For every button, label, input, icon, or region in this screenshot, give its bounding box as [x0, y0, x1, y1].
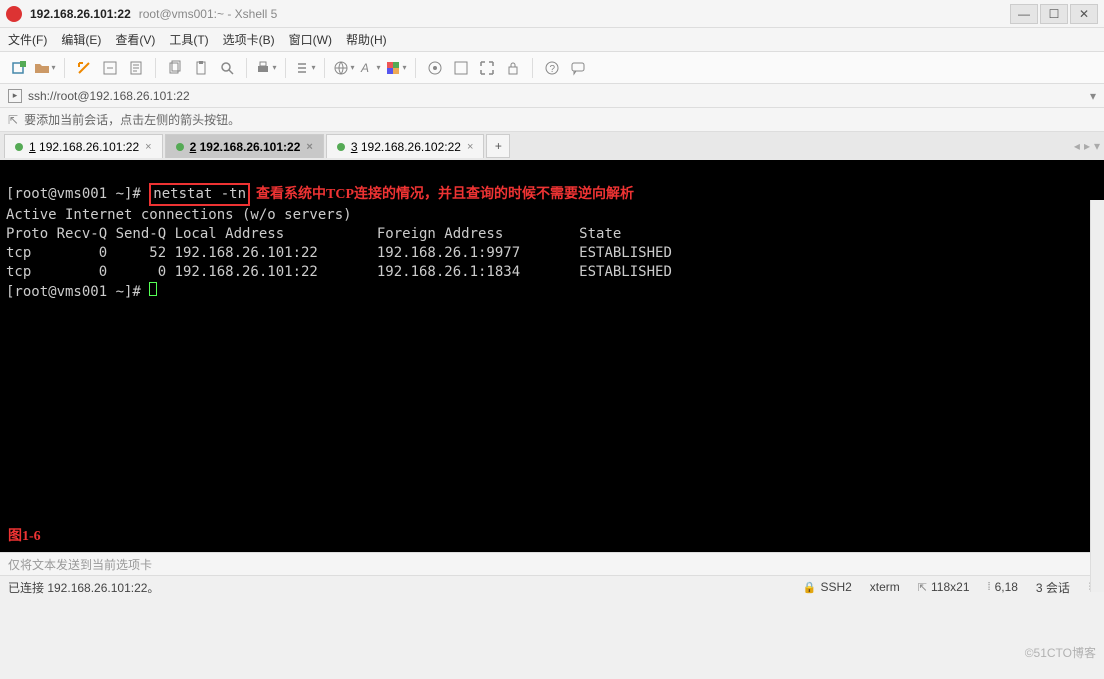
terminal-command: netstat -tn	[149, 183, 250, 206]
terminal-output: Active Internet connections (w/o servers…	[6, 207, 352, 223]
tab-status-dot	[337, 143, 345, 151]
new-session-icon[interactable]	[8, 57, 30, 79]
address-url[interactable]: ssh://root@192.168.26.101:22	[28, 89, 1090, 103]
address-dropdown-icon[interactable]: ▾	[1090, 89, 1096, 103]
tab-add-button[interactable]: +	[486, 134, 510, 158]
tab-status-dot	[176, 143, 184, 151]
fullscreen-icon[interactable]	[450, 57, 472, 79]
menu-view[interactable]: 查看(V)	[115, 31, 155, 48]
terminal-annotation: 查看系统中TCP连接的情况，并且查询的时候不需要逆向解析	[256, 187, 634, 202]
ssh-icon: 🔒	[803, 581, 817, 594]
app-icon	[6, 6, 22, 22]
address-bar: ▸ ssh://root@192.168.26.101:22 ▾	[0, 84, 1104, 108]
color-scheme-icon[interactable]	[385, 57, 407, 79]
reconnect-icon[interactable]	[73, 57, 95, 79]
input-placeholder: 仅将文本发送到当前选项卡	[8, 556, 152, 573]
help-icon[interactable]: ?	[541, 57, 563, 79]
status-ssh: SSH2	[820, 580, 851, 594]
tab-2[interactable]: 2 192.168.26.101:22 ×	[165, 134, 324, 158]
transfer-icon[interactable]	[294, 57, 316, 79]
font-icon[interactable]: A	[359, 57, 381, 79]
status-term: xterm	[870, 580, 900, 594]
menu-tabs[interactable]: 选项卡(B)	[223, 31, 275, 48]
terminal-prompt: [root@vms001 ~]#	[6, 186, 149, 202]
title-subtitle: root@vms001:~ - Xshell 5	[139, 7, 278, 21]
tab-next-icon[interactable]: ▸	[1084, 139, 1090, 153]
terminal-row: tcp 0 0 192.168.26.101:22 192.168.26.1:1…	[6, 264, 672, 280]
tab-nav: ◂ ▸ ▾	[1074, 139, 1100, 153]
tab-close-icon[interactable]: ×	[145, 141, 151, 153]
menu-file[interactable]: 文件(F)	[8, 31, 47, 48]
tab-1[interactable]: 1 192.168.26.101:22 ×	[4, 134, 163, 158]
toolbar-separator	[415, 58, 416, 78]
toolbar-separator	[155, 58, 156, 78]
terminal-header: Proto Recv-Q Send-Q Local Address Foreig…	[6, 226, 621, 242]
title-bar: 192.168.26.101:22 root@vms001:~ - Xshell…	[0, 0, 1104, 28]
feedback-icon[interactable]	[567, 57, 589, 79]
terminal[interactable]: [root@vms001 ~]# netstat -tn 查看系统中TCP连接的情…	[0, 160, 1104, 552]
tab-3[interactable]: 3 192.168.26.102:22 ×	[326, 134, 485, 158]
transparency-icon[interactable]	[476, 57, 498, 79]
info-text: 要添加当前会话，点击左侧的箭头按钮。	[24, 111, 240, 128]
status-cursor: 6,18	[995, 580, 1018, 594]
terminal-prompt: [root@vms001 ~]#	[6, 284, 149, 300]
tab-bar: 1 192.168.26.101:22 × 2 192.168.26.101:2…	[0, 132, 1104, 160]
menu-tools[interactable]: 工具(T)	[169, 31, 208, 48]
toolbar-separator	[64, 58, 65, 78]
close-button[interactable]: ✕	[1070, 4, 1098, 24]
toolbar-separator	[532, 58, 533, 78]
lock-icon[interactable]	[502, 57, 524, 79]
title-host: 192.168.26.101:22	[30, 7, 131, 21]
open-session-icon[interactable]	[34, 57, 56, 79]
watermark: ©51CTO博客	[1025, 644, 1096, 661]
menu-bar: 文件(F) 编辑(E) 查看(V) 工具(T) 选项卡(B) 窗口(W) 帮助(…	[0, 28, 1104, 52]
tab-menu-icon[interactable]: ▾	[1094, 139, 1100, 153]
tab-close-icon[interactable]: ×	[467, 141, 473, 153]
maximize-button[interactable]: ☐	[1040, 4, 1068, 24]
svg-text:A: A	[360, 61, 369, 75]
compose-icon[interactable]	[424, 57, 446, 79]
paste-icon[interactable]	[190, 57, 212, 79]
terminal-row: tcp 0 52 192.168.26.101:22 192.168.26.1:…	[6, 245, 672, 261]
disconnect-icon[interactable]	[99, 57, 121, 79]
toolbar: A ?	[0, 52, 1104, 84]
tab-label: 192.168.26.101:22	[39, 140, 139, 154]
status-sessions: 3 会话	[1036, 579, 1070, 596]
tab-prev-icon[interactable]: ◂	[1074, 139, 1080, 153]
add-session-icon[interactable]: ⇱	[8, 113, 18, 127]
info-bar: ⇱ 要添加当前会话，点击左侧的箭头按钮。	[0, 108, 1104, 132]
cursor-icon: ⁞	[988, 581, 991, 593]
input-bar[interactable]: 仅将文本发送到当前选项卡 ▾	[0, 552, 1104, 576]
tab-label: 192.168.26.101:22	[200, 140, 301, 154]
address-icon: ▸	[8, 89, 22, 103]
tab-status-dot	[15, 143, 23, 151]
status-bar: 已连接 192.168.26.101:22。 🔒SSH2 xterm ⇱ 118x…	[0, 576, 1104, 598]
window-controls: — ☐ ✕	[1010, 4, 1098, 24]
status-size: 118x21	[931, 580, 969, 594]
size-icon: ⇱	[918, 581, 927, 594]
terminal-scrollbar[interactable]	[1090, 200, 1104, 592]
encoding-icon[interactable]	[333, 57, 355, 79]
copy-icon[interactable]	[164, 57, 186, 79]
menu-edit[interactable]: 编辑(E)	[61, 31, 101, 48]
menu-help[interactable]: 帮助(H)	[346, 31, 387, 48]
figure-label: 图1-6	[8, 527, 41, 546]
properties-icon[interactable]	[125, 57, 147, 79]
print-icon[interactable]	[255, 57, 277, 79]
menu-window[interactable]: 窗口(W)	[289, 31, 332, 48]
toolbar-separator	[324, 58, 325, 78]
search-icon[interactable]	[216, 57, 238, 79]
status-connection: 已连接 192.168.26.101:22。	[8, 579, 785, 596]
toolbar-separator	[285, 58, 286, 78]
tab-close-icon[interactable]: ×	[306, 141, 312, 153]
toolbar-separator	[246, 58, 247, 78]
svg-text:?: ?	[550, 64, 556, 75]
terminal-cursor	[149, 282, 157, 296]
tab-label: 192.168.26.102:22	[361, 140, 461, 154]
minimize-button[interactable]: —	[1010, 4, 1038, 24]
